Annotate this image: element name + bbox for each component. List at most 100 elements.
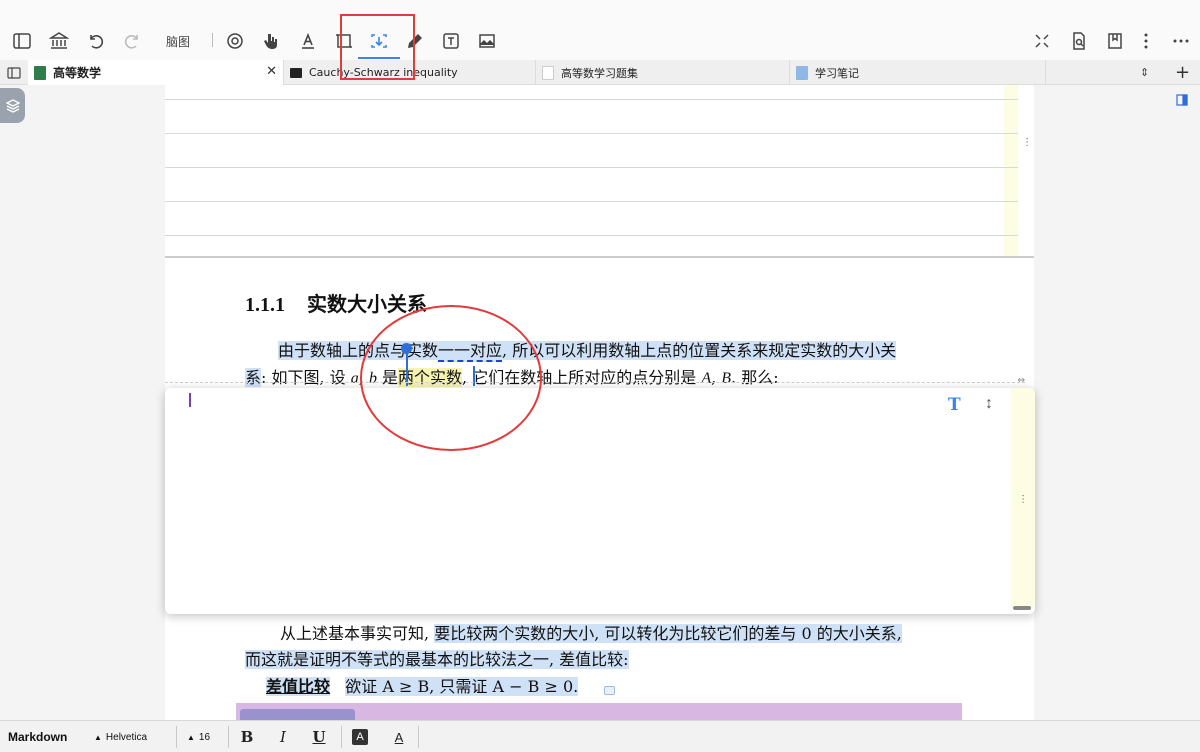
tab-label: Cauchy-Schwarz inequality	[309, 66, 458, 79]
ruled-line	[165, 99, 1018, 100]
drag-handle-icon[interactable]: ⋯	[1017, 494, 1028, 504]
panel-toggle-icon[interactable]	[1176, 93, 1190, 107]
math-var: b	[368, 370, 377, 387]
split-view-icon[interactable]	[0, 60, 28, 85]
ruled-line	[165, 235, 1018, 236]
sidebar-toggle-icon[interactable]	[9, 28, 35, 54]
page-divider	[165, 256, 1034, 258]
tab-list-chevron-icon[interactable]: ⇕	[1140, 60, 1162, 85]
paragraph-line: 由于数轴上的点与实数一一对应, 所以可以利用数轴上点的位置关系来规定实数的大小关	[278, 337, 897, 362]
font-name: Helvetica	[105, 731, 148, 743]
bold-button[interactable]: B	[236, 727, 258, 747]
paragraph-line: 从上述基本事实可知, 要比较两个实数的大小, 可以转化为比较它们的差与 0 的大…	[280, 620, 902, 644]
math-var: a	[350, 370, 359, 387]
paragraph-line: 而这就是证明不等式的最基本的比较法之一, 差值比较:	[245, 646, 629, 670]
editor-mode-selector[interactable]: Markdown	[8, 721, 67, 752]
tab-gaodeng-shuxue[interactable]: 高等数学 ✕	[28, 60, 284, 85]
fullscreen-icon[interactable]	[1029, 28, 1055, 54]
comment-icon[interactable]	[604, 686, 615, 695]
divider	[228, 726, 229, 748]
resize-vertical-icon[interactable]: ↕	[985, 395, 993, 413]
mindmap-button[interactable]: 脑图	[166, 33, 190, 50]
bookmark-icon[interactable]	[1102, 28, 1128, 54]
text-highlight-icon[interactable]	[295, 28, 321, 54]
book-green-icon	[34, 65, 46, 80]
text-span: 欲证 A ≥ B, 只需证 A − B ≥ 0.	[345, 677, 579, 696]
top-toolbar: 脑图	[0, 0, 1200, 60]
layers-icon[interactable]	[0, 88, 25, 123]
tab-study-notes[interactable]: 学习笔记	[790, 60, 1046, 85]
text-span: : 如下图, 设	[261, 368, 351, 387]
image-icon[interactable]	[474, 28, 500, 54]
math-var: B	[721, 370, 732, 387]
divider	[176, 726, 177, 748]
caret-up-icon: ▲	[94, 732, 102, 742]
text-span: 要比较两个实数的大小, 可以转化为比较它们的差与 0 的大小关系,	[434, 624, 902, 643]
more-vertical-icon[interactable]	[1133, 28, 1159, 54]
redo-icon[interactable]	[119, 28, 145, 54]
view-settings-icon[interactable]	[222, 28, 248, 54]
add-tab-icon[interactable]: +	[1175, 60, 1195, 85]
more-horizontal-icon[interactable]	[1168, 28, 1194, 54]
ruled-line	[165, 167, 1018, 168]
pen-icon[interactable]	[402, 28, 428, 54]
selection-cursor	[406, 350, 408, 386]
tab-bar: 高等数学 ✕ Cauchy-Schwarz inequality 高等数学习题集…	[0, 60, 1200, 85]
text-span: 从上述基本事实可知,	[280, 624, 435, 643]
resize-handle-icon[interactable]: ⇕	[1016, 376, 1026, 384]
note-editor-panel[interactable]: T ↕ ⋯	[165, 388, 1035, 614]
ruled-line	[165, 133, 1018, 134]
note-anchor-line	[165, 382, 1025, 383]
math-var: A	[701, 370, 712, 387]
library-icon[interactable]	[46, 28, 72, 54]
scrollbar[interactable]	[1013, 606, 1031, 610]
font-size: 16	[198, 731, 211, 743]
divider	[418, 726, 419, 748]
text-span: ,	[358, 368, 369, 387]
divider	[341, 726, 342, 748]
terminal-icon	[290, 67, 302, 78]
text-span: 是	[376, 368, 399, 387]
text-span: , 它们在数轴上所对应的点分别是	[462, 368, 702, 387]
caret-up-icon: ▲	[187, 732, 195, 742]
text-span: 由于数轴上的点与实数	[278, 341, 439, 360]
underline-button[interactable]: U	[308, 727, 330, 747]
text-span: ,	[711, 368, 722, 387]
toolbar-divider	[212, 33, 213, 47]
bold-term: 差值比较	[266, 677, 331, 696]
section-number: 1.1.1	[245, 294, 285, 316]
tab-label: 高等数学	[53, 66, 102, 80]
tab-cauchy-schwarz[interactable]: Cauchy-Schwarz inequality	[284, 60, 536, 85]
paragraph-line: 系: 如下图, 设 a, b 是两个实数, 它们在数轴上所对应的点分别是 A, …	[245, 364, 779, 388]
tab-exercise-set[interactable]: 高等数学习题集	[536, 60, 790, 85]
insert-note-icon[interactable]	[358, 28, 400, 59]
margin-strip	[1004, 85, 1018, 257]
text-color-button[interactable]: A	[388, 727, 410, 747]
tab-label: 高等数学习题集	[561, 66, 638, 80]
search-document-icon[interactable]	[1066, 28, 1092, 54]
ruled-line	[165, 201, 1018, 202]
font-size-selector[interactable]: ▲ 16	[187, 721, 210, 752]
hand-tool-icon[interactable]	[258, 28, 284, 54]
tab-label: 学习笔记	[815, 66, 859, 80]
text-span: . 那么:	[731, 368, 779, 387]
section-heading: 1.1.1 实数大小关系	[245, 288, 427, 317]
selection-cursor	[473, 366, 475, 386]
paragraph-line: 差值比较 欲证 A ≥ B, 只需证 A − B ≥ 0.	[266, 673, 579, 697]
text-span: 一一对应	[438, 341, 503, 362]
text-caret	[189, 393, 191, 407]
drag-handle-icon[interactable]: ⋯	[1021, 137, 1032, 147]
document-icon	[542, 65, 554, 80]
undo-icon[interactable]	[83, 28, 109, 54]
notebook-blue-icon	[796, 65, 808, 80]
section-title: 实数大小关系	[307, 294, 427, 316]
text-mode-icon[interactable]: T	[948, 395, 961, 415]
highlight-color-button[interactable]: A	[352, 729, 368, 745]
italic-button[interactable]: I	[272, 727, 294, 747]
text-span: 系	[245, 368, 262, 387]
area-select-icon[interactable]	[331, 28, 357, 54]
font-selector[interactable]: ▲ Helvetica	[94, 721, 147, 752]
textbox-icon[interactable]	[438, 28, 464, 54]
close-tab-icon[interactable]: ✕	[266, 64, 277, 79]
text-span: 而这就是证明不等式的最基本的比较法之一, 差值比较:	[245, 650, 629, 669]
